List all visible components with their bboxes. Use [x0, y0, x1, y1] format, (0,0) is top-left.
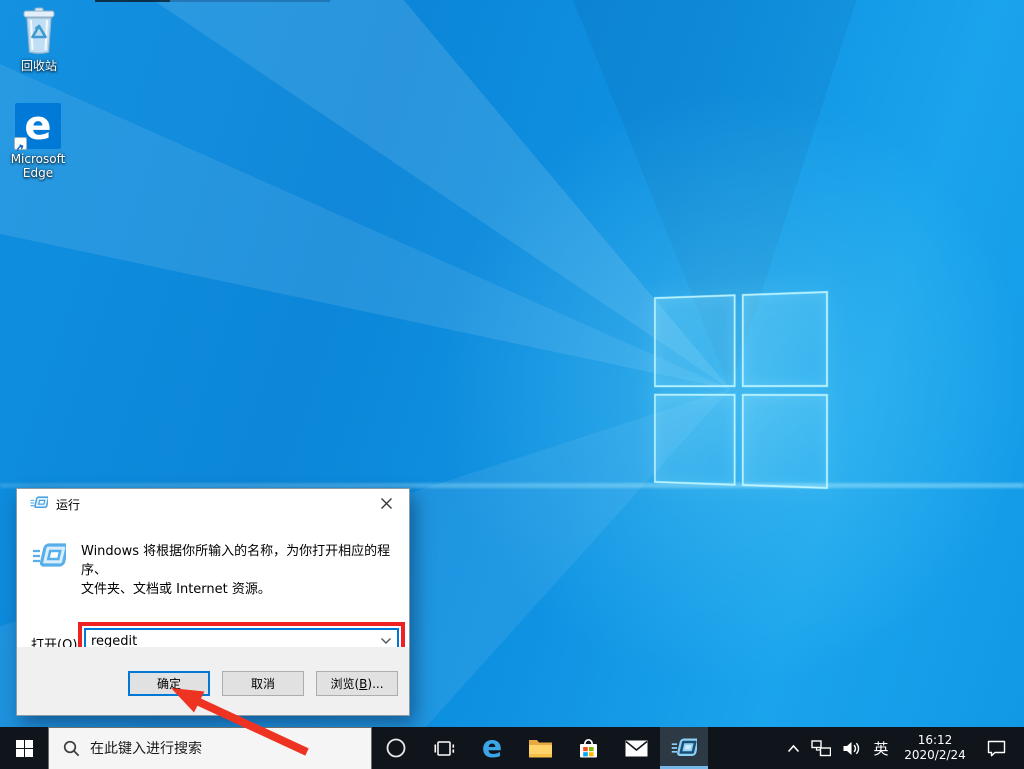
- dialog-titlebar[interactable]: 运行: [17, 489, 409, 519]
- ime-indicator[interactable]: 英: [866, 727, 896, 769]
- close-button[interactable]: [364, 489, 409, 518]
- file-explorer-icon: [528, 738, 553, 758]
- hidden-icons-button[interactable]: [780, 727, 806, 769]
- run-icon-large: [32, 542, 66, 574]
- task-view-icon: [434, 740, 455, 757]
- file-explorer-button[interactable]: [516, 727, 564, 769]
- run-icon: [671, 738, 697, 758]
- clock[interactable]: 16:12 2020/2/24: [896, 727, 974, 769]
- edge-taskbar-button[interactable]: e: [468, 727, 516, 769]
- time: 16:12: [918, 733, 953, 748]
- description-line2: 文件夹、文档或 Internet 资源。: [81, 580, 403, 599]
- date: 2020/2/24: [904, 748, 966, 763]
- shortcut-arrow-icon: [14, 137, 27, 150]
- windows-logo-pane: [654, 294, 735, 386]
- run-icon: [30, 495, 48, 514]
- chevron-down-icon: [381, 638, 391, 644]
- close-icon: [381, 498, 392, 509]
- browse-button[interactable]: 浏览(B)...: [316, 671, 398, 696]
- recycle-bin-icon: [1, 6, 77, 56]
- store-button[interactable]: [564, 727, 612, 769]
- run-taskbar-button[interactable]: [660, 727, 708, 769]
- windows-logo-pane: [741, 393, 828, 489]
- taskbar-search-box[interactable]: [48, 727, 372, 769]
- cortana-button[interactable]: [372, 727, 420, 769]
- network-button[interactable]: [806, 727, 836, 769]
- taskbar: e: [0, 727, 1024, 769]
- edge-icon: e: [482, 733, 502, 763]
- action-center-icon: [987, 740, 1006, 757]
- mail-button[interactable]: [612, 727, 660, 769]
- search-input[interactable]: [90, 741, 371, 757]
- cortana-icon: [385, 737, 407, 759]
- volume-button[interactable]: [836, 727, 866, 769]
- system-tray: 英 16:12 2020/2/24: [780, 727, 1024, 769]
- desktop-icon-microsoft-edge[interactable]: e Microsoft Edge: [0, 103, 76, 180]
- cancel-button[interactable]: 取消: [222, 671, 304, 696]
- desktop-icon-label: Microsoft Edge: [0, 152, 76, 180]
- desktop-icon-recycle-bin[interactable]: 回收站: [1, 6, 77, 73]
- top-edge-artifact: [95, 0, 330, 2]
- ok-button[interactable]: 确定: [128, 671, 210, 696]
- task-view-button[interactable]: [420, 727, 468, 769]
- mail-icon: [625, 740, 648, 757]
- run-dialog: 运行 Windows 将根据你所输入的名称，为你打开相应的程序、 文件夹、文档或…: [16, 488, 410, 716]
- search-icon: [63, 740, 80, 757]
- windows-logo-icon: [16, 740, 33, 757]
- store-icon: [578, 738, 599, 759]
- edge-icon: e: [15, 103, 61, 149]
- windows-logo-pane: [654, 393, 735, 485]
- speaker-icon: [842, 741, 860, 756]
- dialog-title: 运行: [56, 496, 80, 513]
- start-button[interactable]: [0, 727, 48, 769]
- windows-logo-watermark: [654, 291, 828, 489]
- action-center-button[interactable]: [974, 727, 1018, 769]
- ethernet-icon: [811, 740, 831, 757]
- description-line1: Windows 将根据你所输入的名称，为你打开相应的程序、: [81, 542, 403, 580]
- dialog-body: Windows 将根据你所输入的名称，为你打开相应的程序、 文件夹、文档或 In…: [17, 519, 409, 649]
- chevron-up-icon: [787, 744, 800, 753]
- windows-logo-pane: [741, 291, 828, 387]
- desktop-icon-label: 回收站: [1, 59, 77, 73]
- dialog-description: Windows 将根据你所输入的名称，为你打开相应的程序、 文件夹、文档或 In…: [81, 542, 403, 599]
